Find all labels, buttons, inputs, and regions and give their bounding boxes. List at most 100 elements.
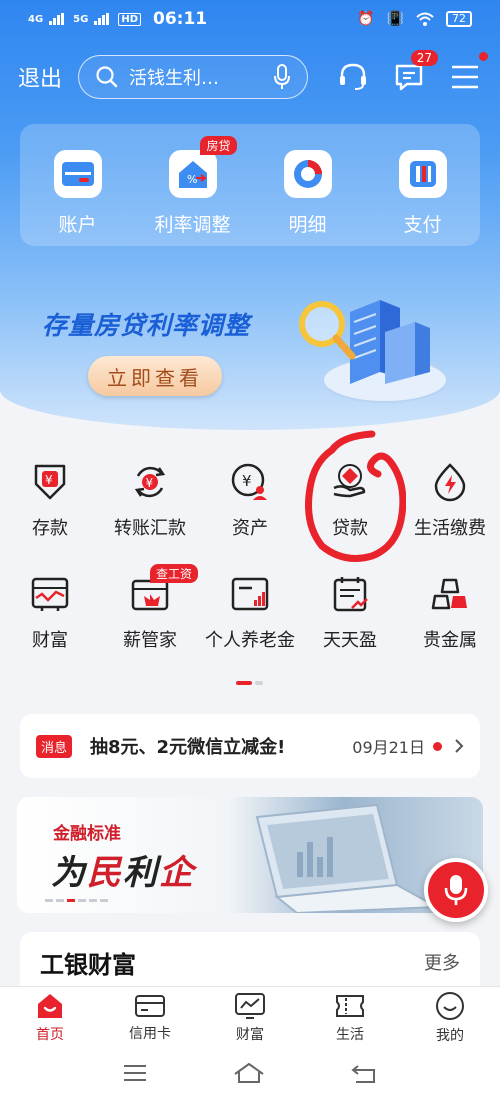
view-now-button[interactable]: 立即查看 — [88, 356, 222, 396]
ad-page-indicator — [45, 899, 108, 902]
tab-mine[interactable]: 我的 — [410, 991, 490, 1045]
service-label: 财富 — [32, 630, 68, 651]
microphone-icon — [444, 875, 468, 905]
microphone-icon[interactable] — [273, 64, 291, 90]
life-payment-icon — [428, 460, 472, 504]
messages-button[interactable]: 27 — [392, 50, 438, 94]
tab-wealth[interactable]: 财富 — [210, 992, 290, 1044]
financial-standard-banner[interactable]: 金融标准 为民利企 — [17, 797, 483, 913]
wealth-chart-icon — [235, 992, 265, 1019]
check-salary-tag: 查工资 — [150, 564, 199, 583]
signal-icon — [94, 13, 110, 25]
wealth-section-header: 工银财富 更多 — [20, 932, 480, 992]
ad-char: 民 — [87, 853, 123, 893]
message-text: 抽8元、2元微信立减金! — [90, 737, 286, 758]
ticket-icon — [336, 994, 364, 1017]
tab-home[interactable]: 首页 — [10, 992, 90, 1044]
message-tag: 消息 — [36, 734, 73, 758]
back-icon[interactable] — [350, 1062, 378, 1084]
service-precious-metal[interactable]: 贵金属 — [400, 572, 500, 684]
pension-icon — [228, 572, 272, 616]
home-icon — [38, 993, 62, 1018]
svg-text:¥: ¥ — [242, 472, 252, 490]
menu-button[interactable] — [448, 52, 488, 94]
service-grid: ¥ 存款 ¥ 转账汇款 ¥ 资产 贷款 生活缴费 财富 查工资 薪管家 个人养老… — [0, 460, 500, 684]
clock: 06:11 — [153, 9, 208, 29]
svg-text:%: % — [187, 173, 197, 186]
ad-page-dot-active — [67, 899, 75, 902]
precious-metal-icon — [428, 572, 472, 616]
account-card-icon — [53, 150, 102, 198]
headset-icon — [340, 63, 366, 90]
quick-actions-card: 账户 房贷 % 利率调整 明细 支付 — [20, 124, 480, 246]
ad-page-dot — [89, 899, 97, 902]
service-pension[interactable]: 个人养老金 — [200, 572, 300, 684]
menu-icon — [452, 65, 478, 89]
recent-apps-icon[interactable] — [122, 1063, 148, 1083]
hd-icon: HD — [118, 12, 142, 26]
search-placeholder: 活钱生利… — [129, 68, 219, 89]
network-5g: 5G — [73, 13, 89, 25]
service-label: 资产 — [232, 518, 268, 539]
quick-action-account[interactable]: 账户 — [28, 150, 128, 237]
search-input[interactable]: 活钱生利… — [78, 55, 308, 99]
ad-char: 利 — [123, 853, 159, 893]
service-wealth[interactable]: 财富 — [0, 572, 100, 684]
bottom-tab-bar: 首页 信用卡 财富 生活 我的 — [0, 986, 500, 1048]
chevron-right-icon — [455, 739, 464, 753]
signal-icon — [49, 13, 65, 25]
service-daily-profit[interactable]: 天天盈 — [300, 572, 400, 684]
tab-label: 信用卡 — [129, 1025, 171, 1042]
deposit-icon: ¥ — [28, 460, 72, 504]
service-label: 个人养老金 — [205, 630, 295, 651]
quick-action-details[interactable]: 明细 — [258, 150, 358, 237]
house-rate-icon: % — [168, 150, 217, 198]
status-bar: 4G 5G HD 06:11 ⏰ 📳 72 — [0, 0, 500, 38]
customer-service-button[interactable] — [336, 60, 370, 94]
message-notice-bar[interactable]: 消息 抽8元、2元微信立减金! 09月21日 — [20, 714, 480, 778]
unread-dot — [433, 741, 442, 751]
ad-page-dot — [56, 899, 64, 902]
building-magnifier-illustration — [299, 300, 448, 403]
tab-label: 生活 — [336, 1026, 364, 1043]
service-transfer[interactable]: ¥ 转账汇款 — [100, 460, 200, 572]
service-label: 贵金属 — [423, 630, 477, 651]
quick-action-pay[interactable]: 支付 — [373, 150, 473, 237]
alarm-icon: ⏰ — [357, 11, 375, 27]
smile-user-icon — [436, 991, 464, 1020]
service-assets[interactable]: ¥ 资产 — [200, 460, 300, 572]
tab-credit-card[interactable]: 信用卡 — [110, 993, 190, 1043]
tab-label: 我的 — [436, 1027, 464, 1044]
service-label: 天天盈 — [323, 630, 377, 651]
ad-line2: 为民利企 — [51, 845, 195, 894]
service-grid-row: ¥ 存款 ¥ 转账汇款 ¥ 资产 贷款 生活缴费 — [0, 460, 500, 572]
pay-icon — [398, 150, 447, 198]
service-grid-row: 财富 查工资 薪管家 个人养老金 天天盈 贵金属 — [0, 564, 500, 684]
assets-icon: ¥ — [228, 460, 272, 504]
ad-line1: 金融标准 — [53, 824, 121, 844]
exit-button[interactable]: 退出 — [18, 61, 78, 93]
more-link[interactable]: 更多 — [424, 949, 460, 975]
service-salary[interactable]: 查工资 薪管家 — [100, 564, 200, 684]
wealth-icon — [28, 572, 72, 616]
quick-action-label: 利率调整 — [154, 214, 231, 236]
daily-profit-icon — [328, 572, 372, 616]
message-count-badge: 27 — [410, 50, 438, 66]
service-label: 存款 — [32, 518, 68, 539]
quick-action-rate-adjust[interactable]: 房贷 % 利率调整 — [143, 136, 243, 237]
service-deposit[interactable]: ¥ 存款 — [0, 460, 100, 572]
wifi-icon — [416, 12, 434, 26]
system-navigation-bar — [0, 1048, 500, 1097]
ad-char: 企 — [159, 853, 195, 893]
battery-icon: 72 — [446, 11, 472, 27]
svg-text:¥: ¥ — [146, 476, 154, 490]
ad-char: 为 — [51, 853, 87, 893]
service-loan[interactable]: 贷款 — [300, 460, 400, 572]
network-4g: 4G — [28, 13, 44, 25]
home-nav-icon[interactable] — [232, 1062, 266, 1084]
mortgage-tag: 房贷 — [200, 136, 237, 155]
tab-life[interactable]: 生活 — [310, 992, 390, 1044]
loan-icon — [328, 460, 372, 504]
service-life-payment[interactable]: 生活缴费 — [400, 460, 500, 572]
voice-assistant-button[interactable] — [424, 858, 488, 922]
